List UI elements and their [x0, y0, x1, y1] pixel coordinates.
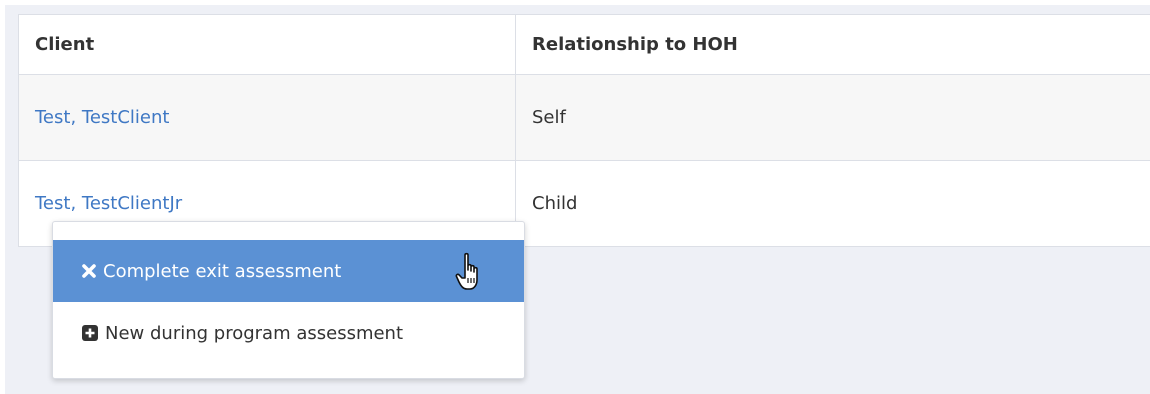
menu-item-label: Complete exit assessment — [103, 260, 342, 282]
new-during-program-assessment-menu-item[interactable]: New during program assessment — [53, 302, 524, 364]
complete-exit-assessment-menu-item[interactable]: Complete exit assessment — [53, 240, 524, 302]
hand-pointer-cursor-icon — [455, 252, 478, 290]
column-header-client: Client — [19, 15, 516, 74]
relationship-cell: Self — [532, 107, 566, 128]
menu-item-label: New during program assessment — [105, 322, 404, 344]
household-table: Client Relationship to HOH Test, TestCli… — [18, 14, 1150, 247]
x-icon — [81, 263, 97, 279]
client-link[interactable]: Test, TestClient — [35, 107, 169, 128]
column-header-relationship: Relationship to HOH — [532, 34, 738, 55]
relationship-cell: Child — [532, 193, 578, 214]
table-row: Test, TestClient Self — [19, 75, 1150, 161]
client-cell: Test, TestClient — [19, 75, 516, 160]
assessment-context-menu: Complete exit assessment New during prog… — [52, 221, 525, 379]
client-link[interactable]: Test, TestClientJr — [35, 193, 182, 214]
table-header-row: Client Relationship to HOH — [19, 15, 1150, 75]
plus-square-icon — [81, 324, 99, 342]
